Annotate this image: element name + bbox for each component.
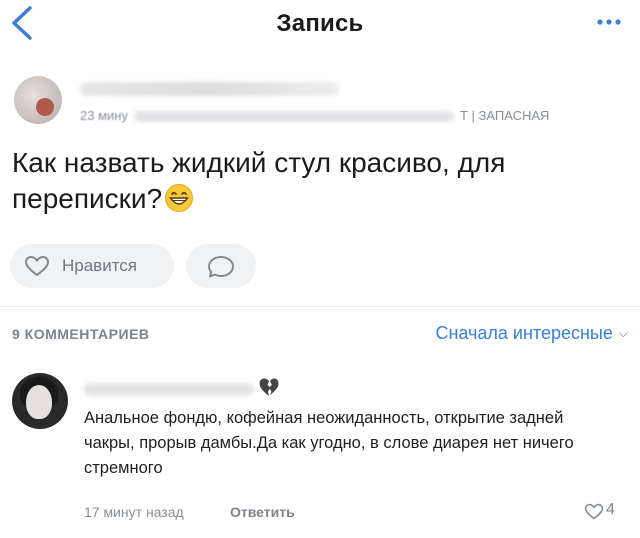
post-time: 23 мину	[80, 108, 128, 123]
post-header: 23 мину Т | ЗАПАСНАЯ	[14, 76, 614, 126]
comments-count: 9 КОММЕНТАРИЕВ	[12, 326, 150, 342]
author-name-blurred	[80, 82, 340, 96]
comment-text: Анальное фондю, кофейная неожиданность, …	[84, 409, 574, 477]
sort-label: Сначала интересные	[435, 323, 613, 343]
comment-like-count: 4	[606, 501, 615, 518]
grinning-emoji-icon	[165, 184, 194, 212]
comment-like-button[interactable]: 4	[584, 500, 624, 520]
page-title: Запись	[276, 10, 364, 37]
reply-button[interactable]: Ответить	[230, 504, 295, 520]
commenter-name-blurred	[84, 383, 254, 396]
commenter-avatar[interactable]	[12, 373, 68, 429]
post-meta: 23 мину Т | ЗАПАСНАЯ	[80, 108, 620, 123]
more-button[interactable]	[596, 14, 622, 30]
author-avatar[interactable]	[14, 76, 62, 124]
post-text-content: Как назвать жидкий стул красиво, для пер…	[12, 147, 506, 214]
chevron-down-icon: ⌵	[618, 326, 628, 340]
top-bar: Запись	[0, 0, 640, 46]
broken-heart-icon	[259, 378, 279, 396]
sort-dropdown[interactable]: Сначала интересные ⌵	[435, 323, 628, 344]
meta-blurred	[133, 111, 454, 123]
like-label: Нравится	[62, 256, 138, 275]
more-dots-icon	[597, 19, 621, 25]
heart-icon	[24, 255, 50, 277]
comment-icon	[208, 256, 234, 278]
divider	[0, 306, 640, 307]
post-text: Как назвать жидкий стул красиво, для пер…	[12, 145, 622, 217]
comment-button[interactable]	[186, 244, 256, 288]
comment-time: 17 минут назад	[84, 504, 184, 520]
heart-icon	[584, 503, 604, 520]
post-source: Т | ЗАПАСНАЯ	[459, 108, 550, 123]
like-button[interactable]: Нравится	[10, 244, 174, 288]
